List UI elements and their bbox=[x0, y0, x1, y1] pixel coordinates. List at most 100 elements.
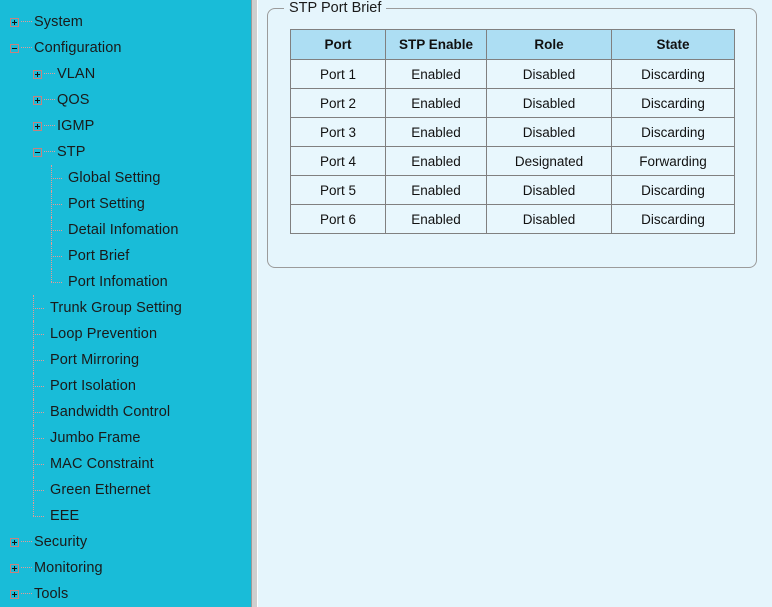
sidebar-item-port-setting[interactable]: Port Setting bbox=[0, 191, 251, 217]
table-cell: Port 5 bbox=[290, 175, 386, 205]
tree-connector-icon bbox=[21, 21, 32, 23]
tree-connector-icon bbox=[33, 425, 47, 451]
column-header: Port bbox=[290, 29, 386, 60]
collapse-minus-icon[interactable] bbox=[33, 147, 42, 157]
tree-connector-icon bbox=[33, 347, 47, 373]
sidebar-item-label: Security bbox=[34, 534, 88, 550]
sidebar-item-port-isolation[interactable]: Port Isolation bbox=[0, 373, 251, 399]
sidebar-item-label: Port Isolation bbox=[50, 378, 137, 394]
column-header: State bbox=[611, 29, 735, 60]
table-cell: Forwarding bbox=[611, 146, 735, 176]
sidebar-item-label: STP bbox=[57, 144, 86, 160]
sidebar-item-port-infomation[interactable]: Port Infomation bbox=[0, 269, 251, 295]
table-row: Port 1 Enabled Disabled Discarding bbox=[290, 59, 735, 89]
sidebar-item-label: Trunk Group Setting bbox=[50, 300, 182, 316]
table-cell: Disabled bbox=[486, 88, 612, 118]
sidebar-item-label: Tools bbox=[34, 586, 69, 602]
sidebar-item-label: IGMP bbox=[57, 118, 95, 134]
table-header-row: Port STP Enable Role State bbox=[290, 29, 735, 60]
sidebar-item-vlan[interactable]: VLAN bbox=[0, 61, 251, 87]
tree-connector-icon bbox=[51, 191, 65, 217]
table-cell: Discarding bbox=[611, 88, 735, 118]
expand-plus-icon[interactable] bbox=[33, 121, 42, 131]
tree-connector-icon bbox=[44, 73, 55, 75]
tree-connector-icon bbox=[33, 451, 47, 477]
sidebar-item-label: Port Infomation bbox=[68, 274, 168, 290]
sidebar-item-system[interactable]: System bbox=[0, 9, 251, 35]
sidebar-item-label: MAC Constraint bbox=[50, 456, 154, 472]
tree-connector-icon bbox=[33, 477, 47, 503]
sidebar-item-label: Loop Prevention bbox=[50, 326, 158, 342]
table-cell: Port 4 bbox=[290, 146, 386, 176]
sidebar-item-label: EEE bbox=[50, 508, 80, 524]
expand-plus-icon[interactable] bbox=[10, 537, 19, 547]
table-cell: Port 6 bbox=[290, 204, 386, 234]
sidebar-item-loop-prevention[interactable]: Loop Prevention bbox=[0, 321, 251, 347]
navigation-tree: System Configuration VLAN QOS IGMP STP Global … bbox=[0, 0, 251, 607]
table-cell: Disabled bbox=[486, 59, 612, 89]
table-cell: Discarding bbox=[611, 117, 735, 147]
sidebar-item-security[interactable]: Security bbox=[0, 529, 251, 555]
main-content: STP Port Brief Port STP Enable Role State P… bbox=[258, 0, 772, 607]
table-cell: Enabled bbox=[385, 117, 487, 147]
stp-port-brief-table: Port STP Enable Role State Port 1 Enabled Dis… bbox=[290, 29, 735, 234]
sidebar-item-label: Configuration bbox=[34, 40, 122, 56]
table-row: Port 2 Enabled Disabled Discarding bbox=[290, 88, 735, 118]
sidebar-item-label: Port Setting bbox=[68, 196, 145, 212]
sidebar-item-label: QOS bbox=[57, 92, 90, 108]
table-row: Port 6 Enabled Disabled Discarding bbox=[290, 204, 735, 234]
sidebar-item-igmp[interactable]: IGMP bbox=[0, 113, 251, 139]
panel-title: STP Port Brief bbox=[284, 0, 387, 16]
sidebar-item-global-setting[interactable]: Global Setting bbox=[0, 165, 251, 191]
sidebar-item-label: Global Setting bbox=[68, 170, 161, 186]
table-cell: Enabled bbox=[385, 146, 487, 176]
table-header: Port STP Enable Role State bbox=[290, 29, 735, 60]
table-cell: Port 3 bbox=[290, 117, 386, 147]
sidebar-item-port-brief[interactable]: Port Brief bbox=[0, 243, 251, 269]
sidebar-item-bandwidth-control[interactable]: Bandwidth Control bbox=[0, 399, 251, 425]
sidebar-item-label: Bandwidth Control bbox=[50, 404, 171, 420]
tree-connector-icon bbox=[21, 47, 32, 49]
tree-connector-icon bbox=[51, 243, 65, 269]
tree-connector-icon bbox=[44, 99, 55, 101]
sidebar-navigation: System Configuration VLAN QOS IGMP STP Global … bbox=[0, 0, 251, 607]
sidebar-item-jumbo-frame[interactable]: Jumbo Frame bbox=[0, 425, 251, 451]
collapse-minus-icon[interactable] bbox=[10, 43, 19, 53]
app-window: System Configuration VLAN QOS IGMP STP Global … bbox=[0, 0, 772, 607]
table-cell: Port 1 bbox=[290, 59, 386, 89]
table-cell: Disabled bbox=[486, 175, 612, 205]
sidebar-item-label: Monitoring bbox=[34, 560, 103, 576]
table-cell: Disabled bbox=[486, 204, 612, 234]
table-cell: Enabled bbox=[385, 59, 487, 89]
tree-connector-icon bbox=[33, 321, 47, 347]
sidebar-item-mac-constraint[interactable]: MAC Constraint bbox=[0, 451, 251, 477]
expand-plus-icon[interactable] bbox=[10, 563, 19, 573]
sidebar-item-tools[interactable]: Tools bbox=[0, 581, 251, 607]
sidebar-item-label: Jumbo Frame bbox=[50, 430, 141, 446]
expand-plus-icon[interactable] bbox=[10, 17, 19, 27]
expand-plus-icon[interactable] bbox=[33, 69, 42, 79]
expand-plus-icon[interactable] bbox=[33, 95, 42, 105]
sidebar-item-label: VLAN bbox=[57, 66, 96, 82]
tree-connector-icon bbox=[44, 125, 55, 127]
sidebar-item-configuration[interactable]: Configuration bbox=[0, 35, 251, 61]
tree-connector-icon bbox=[33, 503, 47, 529]
tree-connector-icon bbox=[21, 567, 32, 569]
tree-connector-icon bbox=[44, 151, 55, 153]
sidebar-item-green-ethernet[interactable]: Green Ethernet bbox=[0, 477, 251, 503]
sidebar-item-label: Port Mirroring bbox=[50, 352, 140, 368]
stp-port-brief-panel: STP Port Brief Port STP Enable Role State P… bbox=[267, 0, 757, 268]
table-cell: Disabled bbox=[486, 117, 612, 147]
expand-plus-icon[interactable] bbox=[10, 589, 19, 599]
sidebar-content-divider bbox=[251, 0, 258, 607]
sidebar-item-eee[interactable]: EEE bbox=[0, 503, 251, 529]
sidebar-item-stp[interactable]: STP bbox=[0, 139, 251, 165]
sidebar-item-qos[interactable]: QOS bbox=[0, 87, 251, 113]
sidebar-item-port-mirroring[interactable]: Port Mirroring bbox=[0, 347, 251, 373]
sidebar-item-trunk-group-setting[interactable]: Trunk Group Setting bbox=[0, 295, 251, 321]
table-cell: Discarding bbox=[611, 204, 735, 234]
sidebar-item-detail-infomation[interactable]: Detail Infomation bbox=[0, 217, 251, 243]
tree-connector-icon bbox=[51, 269, 65, 295]
table-cell: Discarding bbox=[611, 175, 735, 205]
sidebar-item-monitoring[interactable]: Monitoring bbox=[0, 555, 251, 581]
